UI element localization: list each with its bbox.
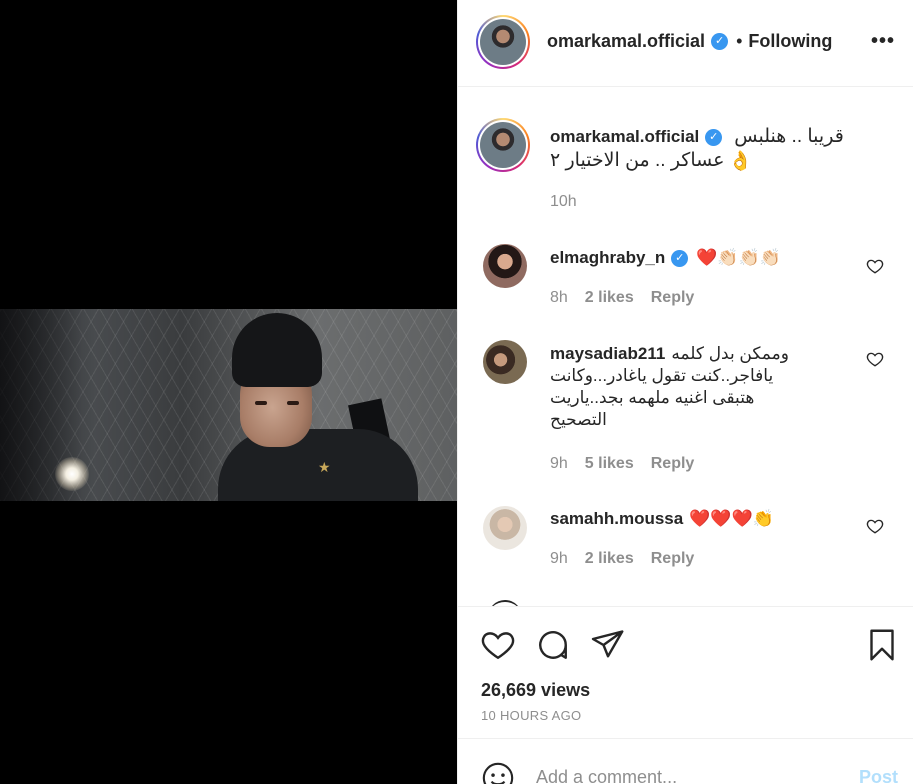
video-frame[interactable]: ★ [0,309,457,501]
comment-line-2: يافاجر..كنت تقول ياغادر...وكانت [550,366,774,385]
comment-item: elmaghraby_n ✓ ❤️👏🏻👏🏻👏🏻 8h 2 likes Reply [458,233,913,323]
comment-item: samahh.moussa ❤️❤️❤️👏 9h 2 likes Reply [458,498,913,588]
comment-text: maysadiab211 وممكن بدل كلمه يافاجر..كنت … [550,343,820,431]
more-options-icon[interactable]: ••• [871,30,895,53]
commenter-avatar[interactable] [483,340,527,384]
comment-likes[interactable]: 5 likes [585,455,634,473]
comments-list[interactable]: omarkamal.official ✓ قريبا .. هنلبس عساك… [458,88,913,606]
caption-avatar[interactable] [476,118,530,172]
caption-time[interactable]: 10h [550,193,577,211]
commenter-avatar[interactable] [483,506,527,550]
caption-line-1: قريبا .. هنلبس [734,126,844,147]
comment-body: ❤️❤️❤️👏 [689,509,774,529]
reply-button[interactable]: Reply [651,550,695,568]
comment-item: maysadiab211 وممكن بدل كلمه يافاجر..كنت … [458,333,913,483]
caption-username[interactable]: omarkamal.official [550,126,699,148]
comment-composer: Add a comment... Post [458,738,913,784]
comment-line-1: وممكن بدل كلمه [671,344,789,363]
comment-body: ❤️👏🏻👏🏻👏🏻 [696,248,781,268]
post-panel: omarkamal.official ✓ • Following ••• oma… [457,0,913,784]
light-glow [55,457,89,491]
comment-input[interactable]: Add a comment... [536,767,677,784]
caption-text: omarkamal.official ✓ قريبا .. هنلبس عساك… [550,126,890,172]
person-eye [287,401,299,405]
ok-hand-emoji: 👌 [728,150,753,172]
commenter-username[interactable]: maysadiab211 [550,343,665,365]
author-avatar[interactable] [476,15,530,69]
caption-line-2: عساكر .. من الاختيار ٢ [550,150,725,171]
heart-icon[interactable] [480,627,516,663]
commenter-username[interactable]: samahh.moussa [550,508,683,530]
commenter-avatar[interactable] [483,244,527,288]
like-heart-icon[interactable] [866,517,884,535]
comment-likes[interactable]: 2 likes [585,289,634,307]
comment-line-4: التصحيح [550,410,607,429]
smile-icon[interactable] [481,761,515,784]
post-header: omarkamal.official ✓ • Following ••• [458,0,913,87]
comment-meta: 9h 5 likes Reply [550,455,694,473]
comment-text: elmaghraby_n ✓ ❤️👏🏻👏🏻👏🏻 [550,247,781,269]
like-heart-icon[interactable] [866,257,884,275]
comment-time[interactable]: 8h [550,289,568,307]
post-timestamp[interactable]: 10 HOURS AGO [481,708,581,723]
reply-button[interactable]: Reply [651,455,695,473]
commenter-username[interactable]: elmaghraby_n [550,247,665,269]
action-bar: 26,669 views 10 HOURS AGO [458,606,913,738]
reply-button[interactable]: Reply [651,289,695,307]
comment-time[interactable]: 9h [550,455,568,473]
like-heart-icon[interactable] [866,350,884,368]
comment-likes[interactable]: 2 likes [585,550,634,568]
view-count[interactable]: 26,669 views [481,680,590,701]
separator-dot: • [736,31,743,51]
following-button[interactable]: Following [748,31,832,52]
badge-star: ★ [318,459,331,475]
bookmark-icon[interactable] [864,627,900,663]
comment-meta: 8h 2 likes Reply [550,289,694,307]
verified-icon: ✓ [705,128,723,146]
author-username[interactable]: omarkamal.official [547,31,705,52]
comment-time[interactable]: 9h [550,550,568,568]
caption-meta: 10h [550,193,577,211]
comment-text: samahh.moussa ❤️❤️❤️👏 [550,508,774,530]
comment-icon[interactable] [535,627,571,663]
caption-item: omarkamal.official ✓ قريبا .. هنلبس عساك… [458,88,913,228]
verified-icon: ✓ [711,33,729,50]
verified-icon: ✓ [671,249,689,267]
comment-line-3: هتبقى اغنيه ملهمه بجد..ياريت [550,388,755,407]
share-icon[interactable] [590,627,626,663]
post-button[interactable]: Post [859,767,898,784]
comment-meta: 9h 2 likes Reply [550,550,694,568]
video-player[interactable]: ★ [0,0,457,784]
person-eye [255,401,267,405]
